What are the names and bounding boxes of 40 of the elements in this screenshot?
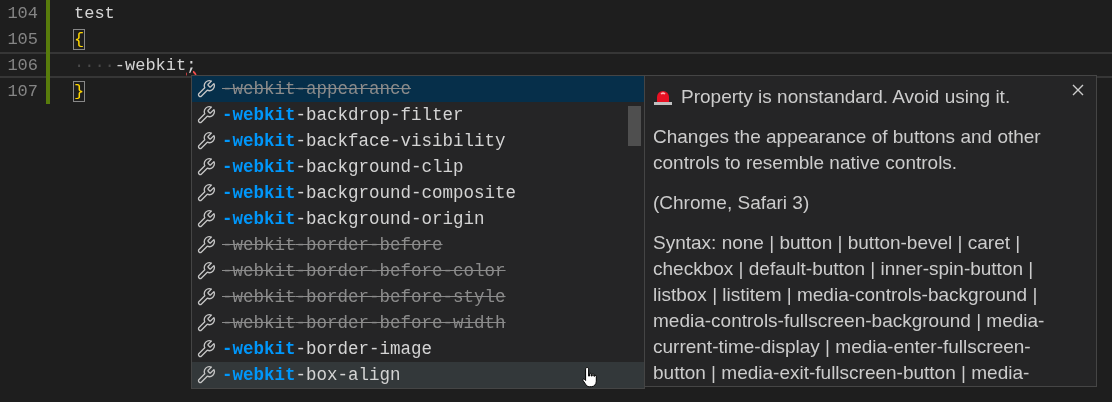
wrench-icon — [196, 339, 216, 359]
suggestion-item[interactable]: -webkit-background-origin — [192, 206, 644, 232]
wrench-icon — [196, 209, 216, 229]
wrench-icon — [196, 79, 216, 99]
suggestion-item[interactable]: -webkit-border-before — [192, 232, 644, 258]
code-text: { — [74, 29, 85, 49]
scrollbar-thumb[interactable] — [628, 106, 641, 146]
code-text: test — [74, 3, 115, 23]
suggestion-item[interactable]: -webkit-border-before-width — [192, 310, 644, 336]
suggestion-item[interactable]: -webkit-border-before-color — [192, 258, 644, 284]
suggestion-item[interactable]: -webkit-box-align — [192, 362, 644, 388]
suggestion-item[interactable]: -webkit-appearance — [192, 76, 644, 102]
hand-cursor-icon — [582, 366, 600, 388]
siren-icon — [653, 89, 673, 105]
warning-text: Property is nonstandard. Avoid using it. — [681, 86, 1011, 108]
wrench-icon — [196, 105, 216, 125]
suggestion-item[interactable]: -webkit-background-clip — [192, 154, 644, 180]
line-number: 106 — [6, 55, 38, 75]
wrench-icon — [196, 131, 216, 151]
suggestion-item[interactable]: -webkit-background-composite — [192, 180, 644, 206]
wrench-icon — [196, 183, 216, 203]
syntax-text: Syntax: none | button | button-bevel | caret | checkbox | default-button | inner-spin-button | listbox | listitem | media-controls-background | media-controls-fullscreen-background | media- current-time-display | media-enter-fullscreen- button | media-exit-fullscreen-button | media- — [653, 231, 1046, 385]
wrench-icon — [196, 287, 216, 307]
wrench-icon — [196, 157, 216, 177]
code-text: ····-webkit; — [74, 55, 197, 75]
suggestion-item[interactable]: -webkit-backdrop-filter — [192, 102, 644, 128]
suggestion-item[interactable]: -webkit-border-before-style — [192, 284, 644, 310]
wrench-icon — [196, 365, 216, 385]
description-text: Changes the appearance of buttons and other controls to resemble native controls. — [653, 125, 1042, 175]
line-number: 104 — [6, 3, 38, 23]
wrench-icon — [196, 235, 216, 255]
code-text: } — [74, 81, 85, 101]
close-button[interactable] — [1070, 82, 1086, 98]
line-number: 105 — [6, 29, 38, 49]
browser-support-text: (Chrome, Safari 3) — [653, 191, 811, 215]
suggestion-item[interactable]: -webkit-backface-visibility — [192, 128, 644, 154]
line-number: 107 — [6, 81, 38, 101]
suggestion-item[interactable]: -webkit-border-image — [192, 336, 644, 362]
wrench-icon — [196, 313, 216, 333]
wrench-icon — [196, 261, 216, 281]
